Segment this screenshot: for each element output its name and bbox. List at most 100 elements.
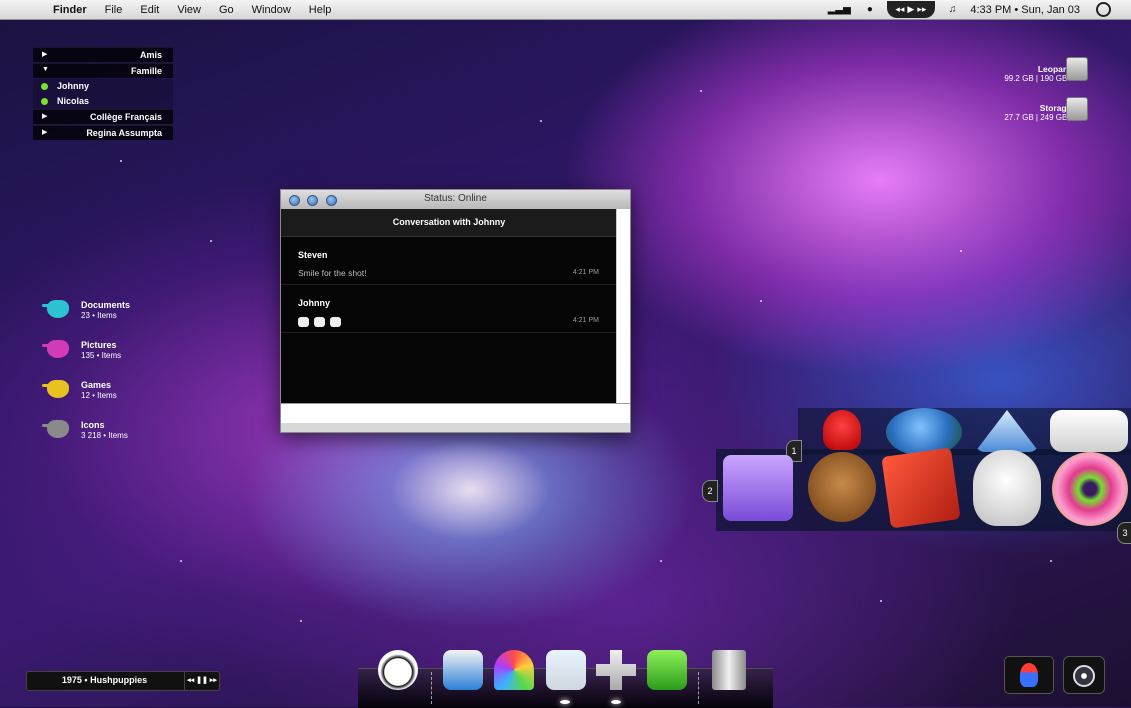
conversation-scrollbar[interactable] <box>616 209 630 403</box>
play-icon[interactable]: ▶ <box>907 4 914 15</box>
teapot-folder-icon[interactable] <box>42 340 69 358</box>
disclosure-triangle-icon[interactable]: ▶ <box>42 112 47 120</box>
now-playing-widget: 1975 • Hushpuppies ◂◂ ❚❚ ▸▸ <box>26 671 220 691</box>
star <box>660 560 662 562</box>
star <box>540 120 542 122</box>
stormtrooper-icon[interactable] <box>973 450 1041 526</box>
spotlight-search-icon[interactable] <box>1096 2 1111 17</box>
message-text: Smile for the shot! <box>298 268 367 278</box>
menu-window[interactable]: Window <box>243 4 300 16</box>
menubar-clock[interactable]: 4:33 PM • Sun, Jan 03 <box>970 4 1080 16</box>
menu-edit[interactable]: Edit <box>131 4 168 16</box>
gear-icon <box>1073 665 1095 687</box>
music-note-icon[interactable]: ♫ <box>949 4 957 15</box>
teapot-folder-icon[interactable] <box>42 420 69 438</box>
emoticon-icon <box>298 317 309 327</box>
window-titlebar[interactable]: Status: Online <box>281 190 630 209</box>
disclosure-triangle-icon[interactable]: ▶ <box>42 128 47 136</box>
usb-drive-icon[interactable] <box>1066 97 1088 121</box>
message-time: 4:21 PM <box>572 269 599 276</box>
settings-widget[interactable] <box>1063 656 1105 694</box>
menu-finder[interactable]: Finder <box>44 4 96 16</box>
minimize-button[interactable] <box>307 195 318 206</box>
chat-window: Status: Online Conversation with Johnny … <box>280 189 631 433</box>
message-sender: Steven <box>298 250 328 260</box>
emoticon-icon <box>330 317 341 327</box>
buddy-johnny[interactable]: Johnny <box>33 79 173 94</box>
signal-bars-icon[interactable]: ▂▃▅ <box>828 4 851 15</box>
folder-count: 3 218 • Items <box>81 431 128 440</box>
buddy-nicolas[interactable]: Nicolas <box>33 94 173 109</box>
message: Johnny 4:21 PM <box>281 285 617 333</box>
disclosure-triangle-open-icon[interactable]: ▼ <box>42 66 49 73</box>
buddy-group-label: Collège Français <box>89 112 162 122</box>
message-sender: Johnny <box>298 298 331 308</box>
hard-drive-icon[interactable] <box>1066 57 1088 81</box>
transmit-truck-icon[interactable] <box>723 455 793 521</box>
buddy-group-famille[interactable]: ▼ Famille <box>33 63 173 78</box>
buddy-name: Johnny <box>57 81 90 91</box>
star <box>210 240 212 242</box>
globe-icon[interactable] <box>886 408 962 456</box>
buddy-list: ▶ Amis ▼ Famille Johnny Nicolas ▶ Collèg… <box>33 47 173 141</box>
mail-icon[interactable] <box>443 650 483 690</box>
dock-separator <box>698 672 700 704</box>
folder-name: Documents <box>81 300 131 310</box>
buddy-name: Nicolas <box>57 96 90 106</box>
rewind-icon[interactable]: ◂◂ <box>895 4 904 15</box>
panda-icon[interactable] <box>378 650 418 690</box>
folder-name: Icons <box>81 420 105 430</box>
red-mascot-icon[interactable] <box>823 410 861 450</box>
buddy-group-label: Regina Assumpta <box>86 128 162 138</box>
star <box>1050 560 1052 562</box>
zoom-button[interactable] <box>326 195 337 206</box>
menu-bar: Finder File Edit View Go Window Help ▂▃▅… <box>0 0 1131 20</box>
stack-page-3[interactable]: 3 <box>1117 522 1131 544</box>
chat-bubble-icon[interactable]: ● <box>867 4 873 15</box>
menu-view[interactable]: View <box>168 4 210 16</box>
photos-icon[interactable] <box>494 650 534 690</box>
download-icon[interactable] <box>647 650 687 690</box>
teapot-folder-icon[interactable] <box>42 300 69 318</box>
menu-file[interactable]: File <box>96 4 132 16</box>
star <box>960 250 962 252</box>
mascot-widget[interactable] <box>1004 656 1054 694</box>
bear-icon[interactable] <box>808 452 876 522</box>
buddy-group-amis[interactable]: ▶ Amis <box>33 47 173 62</box>
menu-go[interactable]: Go <box>210 4 243 16</box>
running-indicator <box>560 700 570 704</box>
conversation-header: Conversation with Johnny <box>281 209 617 237</box>
message: Steven Smile for the shot! 4:21 PM <box>281 237 617 285</box>
disclosure-triangle-icon[interactable]: ▶ <box>42 50 47 58</box>
buddy-group-label: Amis <box>139 50 162 60</box>
dock-separator <box>431 672 433 704</box>
milk-bottles-icon[interactable] <box>1050 410 1128 452</box>
close-button[interactable] <box>289 195 300 206</box>
conversation-pane: Conversation with Johnny Steven Smile fo… <box>281 209 617 403</box>
online-status-icon <box>41 83 48 90</box>
stack-page-2[interactable]: 2 <box>702 480 718 502</box>
trash-icon[interactable] <box>712 650 746 690</box>
message-emoticons <box>298 317 346 329</box>
folder-count: 135 • Items <box>81 351 122 360</box>
message-input[interactable] <box>281 403 630 424</box>
folder-name: Games <box>81 380 112 390</box>
apple-menu-icon[interactable] <box>16 3 30 17</box>
menu-help[interactable]: Help <box>300 4 341 16</box>
star <box>700 90 702 92</box>
menubar-extras: ▂▃▅ ● ◂◂ ▶ ▸▸ ♫ 4:33 PM • Sun, Jan 03 <box>820 0 1131 19</box>
folder-count: 23 • Items <box>81 311 117 320</box>
star <box>880 600 882 602</box>
teapot-folder-icon[interactable] <box>42 380 69 398</box>
package-icon[interactable] <box>546 650 586 690</box>
media-transport-control[interactable]: ◂◂ ▶ ▸▸ <box>886 1 935 18</box>
emoticon-icon <box>314 317 325 327</box>
fast-forward-icon[interactable]: ▸▸ <box>917 4 926 15</box>
playback-controls[interactable]: ◂◂ ❚❚ ▸▸ <box>184 672 219 690</box>
notebook-icon[interactable] <box>881 447 961 529</box>
mascot-icon <box>1020 663 1038 687</box>
buddy-group-college-francais[interactable]: ▶ Collège Français <box>33 109 173 124</box>
donut-icon[interactable] <box>1052 452 1128 526</box>
buddy-group-regina-assumpta[interactable]: ▶ Regina Assumpta <box>33 125 173 140</box>
running-indicator <box>611 700 621 704</box>
